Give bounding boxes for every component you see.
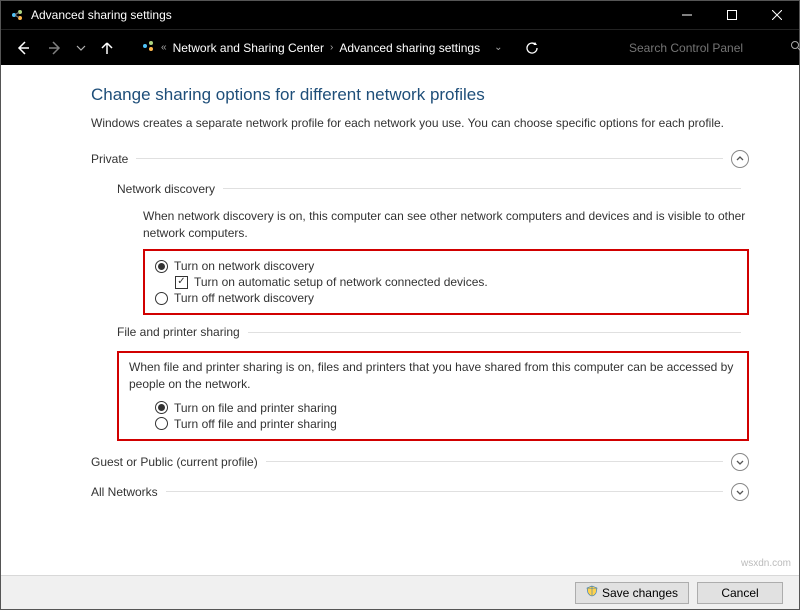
network-discovery-title-row: Network discovery xyxy=(117,182,749,196)
section-header-all[interactable]: All Networks xyxy=(91,479,749,505)
network-discovery-title: Network discovery xyxy=(117,182,215,196)
page-description: Windows creates a separate network profi… xyxy=(91,115,749,132)
file-sharing-title-row: File and printer sharing xyxy=(117,325,749,339)
radio-label: Turn off file and printer sharing xyxy=(174,417,337,431)
radio-nd-on[interactable]: Turn on network discovery xyxy=(155,259,737,273)
radio-nd-off[interactable]: Turn off network discovery xyxy=(155,291,737,305)
cancel-button[interactable]: Cancel xyxy=(697,582,783,604)
network-discovery-group: Network discovery When network discovery… xyxy=(91,182,749,316)
save-changes-button[interactable]: Save changes xyxy=(575,582,689,604)
radio-label: Turn on file and printer sharing xyxy=(174,401,337,415)
search-input[interactable] xyxy=(627,40,786,56)
breadcrumb-item-network[interactable]: Network and Sharing Center xyxy=(173,41,324,55)
radio-fs-off[interactable]: Turn off file and printer sharing xyxy=(155,417,737,431)
minimize-button[interactable] xyxy=(664,1,709,29)
search-icon[interactable] xyxy=(790,40,800,55)
shield-icon xyxy=(586,585,598,600)
save-label: Save changes xyxy=(602,586,678,600)
divider xyxy=(223,188,741,189)
breadcrumb-item-advanced[interactable]: Advanced sharing settings xyxy=(339,41,480,55)
window-titlebar: Advanced sharing settings xyxy=(1,1,799,29)
breadcrumb[interactable]: « Network and Sharing Center › Advanced … xyxy=(135,36,508,60)
chevron-down-icon[interactable]: ⌄ xyxy=(494,42,502,53)
window-title: Advanced sharing settings xyxy=(31,8,172,22)
footer: Save changes Cancel xyxy=(1,575,799,609)
page-title: Change sharing options for different net… xyxy=(91,85,749,105)
recent-locations-button[interactable] xyxy=(73,34,89,62)
highlight-box-network-discovery: Turn on network discovery Turn on automa… xyxy=(143,249,749,315)
back-button[interactable] xyxy=(9,34,37,62)
section-all-networks: All Networks xyxy=(91,479,749,505)
refresh-button[interactable] xyxy=(518,34,546,62)
app-icon xyxy=(9,7,25,23)
radio-fs-on[interactable]: Turn on file and printer sharing xyxy=(155,401,737,415)
network-discovery-desc: When network discovery is on, this compu… xyxy=(143,208,749,242)
maximize-button[interactable] xyxy=(709,1,754,29)
divider xyxy=(266,461,723,462)
expand-icon[interactable] xyxy=(731,453,749,471)
content-scroll[interactable]: Change sharing options for different net… xyxy=(1,65,799,575)
section-header-private[interactable]: Private xyxy=(91,146,749,172)
up-button[interactable] xyxy=(93,34,121,62)
file-sharing-desc: When file and printer sharing is on, fil… xyxy=(129,359,737,393)
section-private: Private Network discovery When network d… xyxy=(91,146,749,441)
forward-button[interactable] xyxy=(41,34,69,62)
expand-icon[interactable] xyxy=(731,483,749,501)
section-label-private: Private xyxy=(91,152,128,166)
divider xyxy=(166,491,723,492)
divider xyxy=(248,332,741,333)
breadcrumb-root-icon xyxy=(141,39,155,56)
radio-label: Turn off network discovery xyxy=(174,291,314,305)
radio-icon xyxy=(155,401,168,414)
radio-label: Turn on network discovery xyxy=(174,259,314,273)
section-label-guest: Guest or Public (current profile) xyxy=(91,455,258,469)
section-header-guest[interactable]: Guest or Public (current profile) xyxy=(91,449,749,475)
checkbox-label: Turn on automatic setup of network conne… xyxy=(194,275,488,289)
file-sharing-title: File and printer sharing xyxy=(117,325,240,339)
checkbox-icon xyxy=(175,276,188,289)
highlight-box-file-sharing: When file and printer sharing is on, fil… xyxy=(117,351,749,441)
cancel-label: Cancel xyxy=(721,586,758,600)
section-label-all: All Networks xyxy=(91,485,158,499)
close-button[interactable] xyxy=(754,1,799,29)
search-box[interactable] xyxy=(621,36,791,60)
divider xyxy=(136,158,723,159)
radio-icon xyxy=(155,292,168,305)
collapse-icon[interactable] xyxy=(731,150,749,168)
content: Change sharing options for different net… xyxy=(1,65,799,519)
chevron-right-icon: › xyxy=(330,42,333,53)
breadcrumb-overflow-icon[interactable]: « xyxy=(161,42,167,53)
section-guest: Guest or Public (current profile) xyxy=(91,449,749,475)
checkbox-nd-auto[interactable]: Turn on automatic setup of network conne… xyxy=(175,275,737,289)
file-sharing-group: File and printer sharing When file and p… xyxy=(91,325,749,441)
navigation-bar: « Network and Sharing Center › Advanced … xyxy=(1,29,799,65)
radio-icon xyxy=(155,260,168,273)
radio-icon xyxy=(155,417,168,430)
